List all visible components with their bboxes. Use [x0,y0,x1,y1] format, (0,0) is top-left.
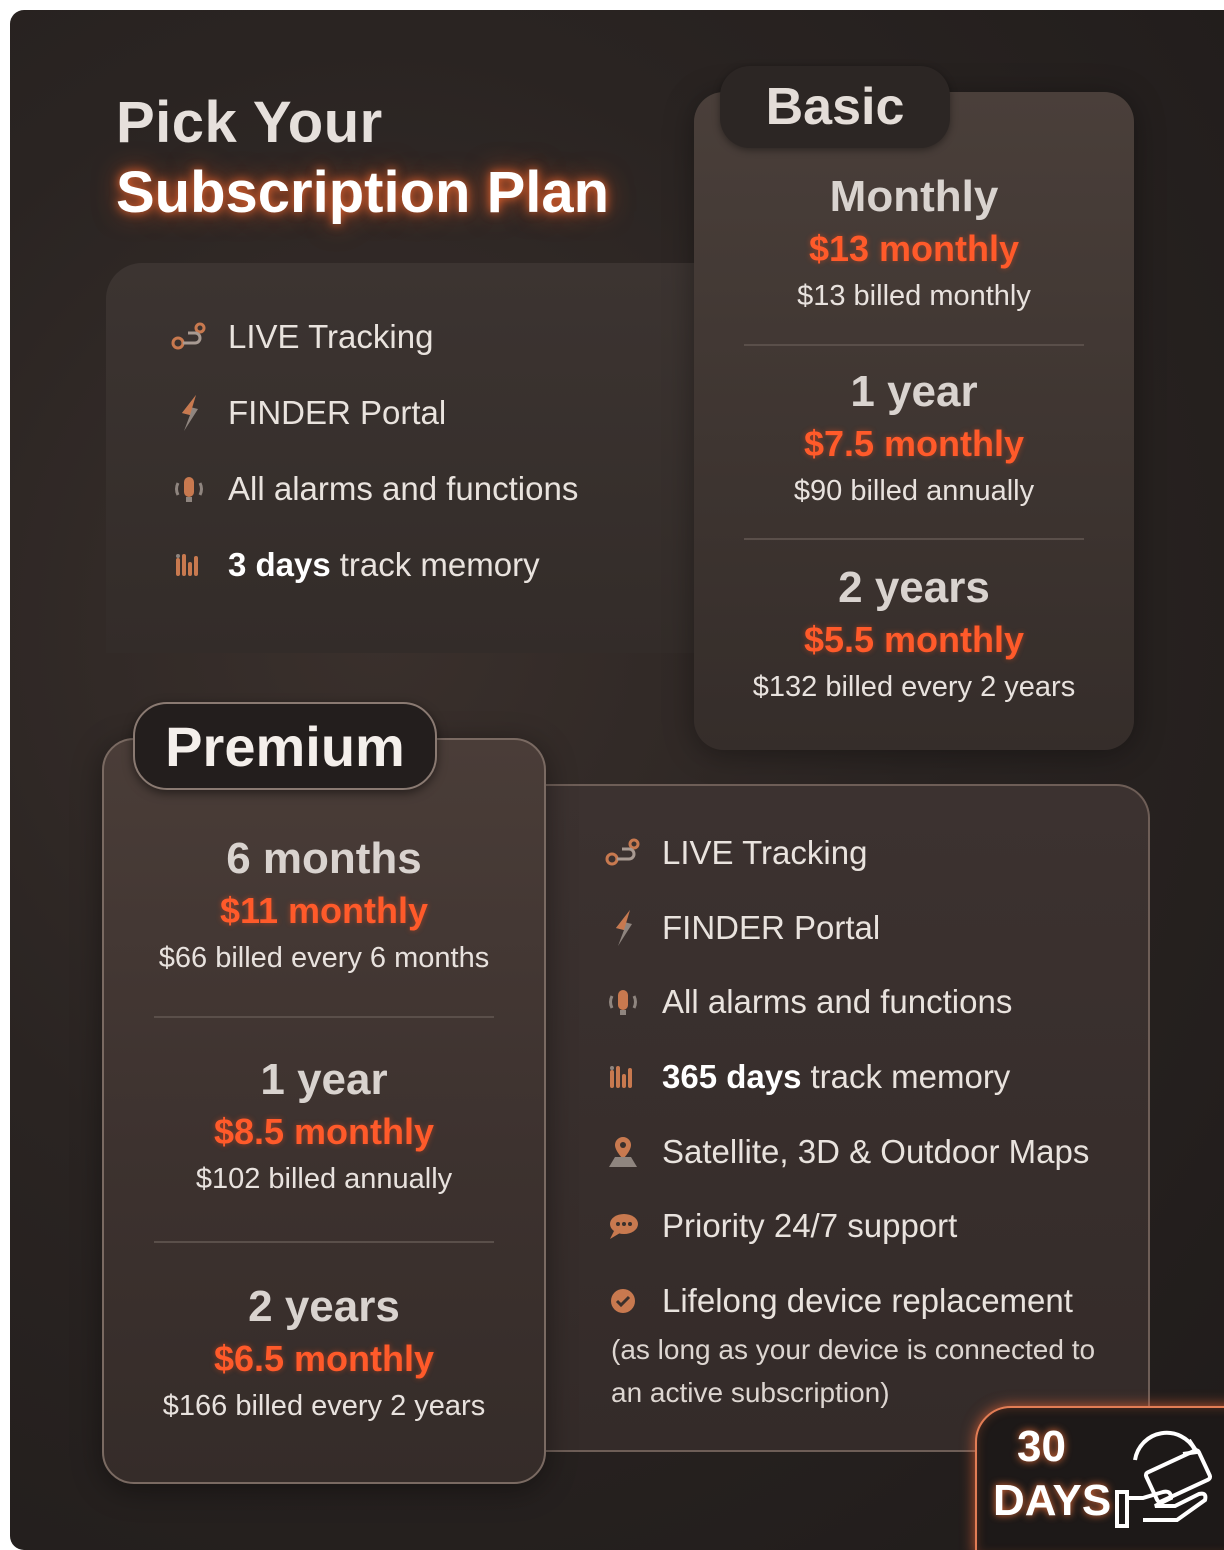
plan-term: 2 years [838,563,990,612]
plan-term: Monthly [829,172,999,221]
feature-label: All alarms and functions [662,983,1013,1020]
lightning-icon [170,394,208,432]
premium-feature-maps: Satellite, 3D & Outdoor Maps [604,1133,1089,1171]
guarantee-unit: DAYS [993,1476,1112,1525]
premium-feature-finder-portal: FINDER Portal [604,909,880,947]
plan-price: $7.5 monthly [803,423,1025,464]
money-back-hand-icon [1115,1430,1213,1528]
basic-plan-monthly[interactable]: Monthly $13 monthly $13 billed monthly [694,170,1134,318]
premium-feature-live-tracking: LIVE Tracking [604,834,867,872]
device-replacement-note: (as long as your device is connected to … [611,1328,1095,1414]
track-memory-icon [604,1058,642,1096]
plan-term: 2 years [248,1282,400,1331]
basic-plan-tab[interactable]: Basic [720,66,950,148]
feature-label: All alarms and functions [228,470,579,507]
plan-billing: $90 billed annually [793,475,1035,507]
plan-price: $13 monthly [808,228,1020,269]
basic-feature-live-tracking: LIVE Tracking [170,318,433,356]
alarm-bell-icon [604,983,642,1021]
plan-term: 1 year [850,367,978,416]
track-memory-icon [170,546,208,584]
plan-billing: $166 billed every 2 years [162,1390,486,1422]
plan-billing: $132 billed every 2 years [752,671,1076,703]
feature-label: Satellite, 3D & Outdoor Maps [662,1133,1090,1170]
title-line-1: Pick Your [116,90,383,155]
divider [154,1016,494,1018]
premium-feature-alarms: All alarms and functions [604,983,1012,1021]
premium-feature-track-memory: 365 days track memory [604,1058,1010,1096]
feature-label: Priority 24/7 support [662,1207,958,1244]
basic-feature-alarms: All alarms and functions [170,470,578,508]
divider [744,538,1084,540]
feature-label: Lifelong device replacement [662,1282,1073,1319]
guarantee-number: 30 [1017,1422,1066,1471]
premium-plan-tab[interactable]: Premium [133,702,437,790]
plan-term: 6 months [226,834,422,883]
premium-plan-2-years[interactable]: 2 years $6.5 monthly $166 billed every 2… [104,1280,544,1428]
basic-feature-finder-portal: FINDER Portal [170,394,446,432]
feature-highlight: 365 days [662,1058,802,1095]
plan-price: $5.5 monthly [803,619,1025,660]
basic-feature-track-memory: 3 days track memory [170,546,540,584]
feature-label: LIVE Tracking [662,834,868,871]
map-pin-icon [604,1133,642,1171]
feature-label: track memory [810,1058,1011,1095]
lightning-icon [604,909,642,947]
title-line-2: Subscription Plan [116,160,610,225]
basic-plan-2-years[interactable]: 2 years $5.5 monthly $132 billed every 2… [694,561,1134,709]
plan-price: $6.5 monthly [213,1338,435,1379]
plan-billing: $102 billed annually [195,1163,453,1195]
feature-label: FINDER Portal [228,394,447,431]
premium-plan-6-months[interactable]: 6 months $11 monthly $66 billed every 6 … [104,832,544,980]
feature-label: FINDER Portal [662,909,881,946]
premium-plan-1-year[interactable]: 1 year $8.5 monthly $102 billed annually [104,1053,544,1201]
feature-highlight: 3 days [228,546,331,583]
page-title: Pick Your Subscription Plan [116,88,609,228]
route-icon [604,834,642,872]
plan-price: $11 monthly [219,890,429,931]
plan-price: $8.5 monthly [213,1111,435,1152]
route-icon [170,318,208,356]
divider [744,344,1084,346]
feature-label: track memory [339,546,540,583]
feature-label: LIVE Tracking [228,318,434,355]
support-chat-icon [604,1207,642,1245]
basic-plan-1-year[interactable]: 1 year $7.5 monthly $90 billed annually [694,365,1134,513]
verified-badge-icon [604,1282,642,1320]
plan-term: 1 year [260,1055,388,1104]
plan-billing: $13 billed monthly [797,280,1031,312]
premium-feature-device-replacement: Lifelong device replacement [604,1282,1073,1320]
pricing-page: Pick Your Subscription Plan LIVE Trackin… [10,10,1224,1550]
premium-feature-support: Priority 24/7 support [604,1207,957,1245]
alarm-bell-icon [170,470,208,508]
plan-billing: $66 billed every 6 months [158,942,490,974]
divider [154,1241,494,1243]
note-line-1: (as long as your device is connected to [611,1334,1096,1365]
money-back-guarantee-badge: 30 DAYS [975,1406,1224,1550]
